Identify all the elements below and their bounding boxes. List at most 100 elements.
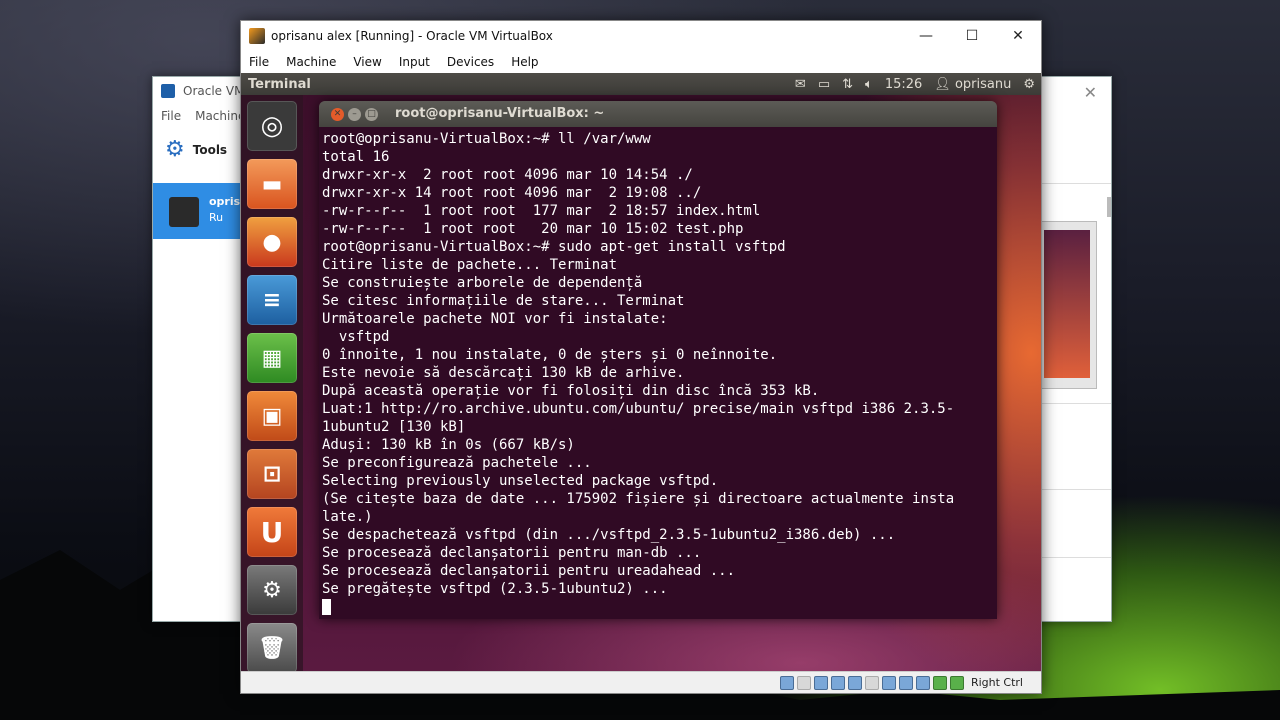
terminal-line: Se preconfigurează pachetele ... <box>322 455 592 471</box>
terminal-line: După această operație vor fi folosiți di… <box>322 383 820 399</box>
panel-user[interactable]: 👤︎ oprisanu <box>934 77 1011 92</box>
terminal-line: total 16 <box>322 149 390 165</box>
virtualization-icon[interactable] <box>915 675 930 690</box>
manager-close-icon[interactable]: ✕ <box>1084 83 1097 102</box>
terminal-line: 1ubuntu2 [130 kB] <box>322 419 466 435</box>
terminal-line: Se procesează declanșatorii pentru uread… <box>322 563 736 579</box>
guest-screen[interactable]: Terminal ✉ ▭ ⇅ 🔈︎ 15:26 👤︎ oprisanu ⚙ ◎ … <box>241 73 1041 671</box>
terminal-line: drwxr-xr-x 14 root root 4096 mar 2 19:08… <box>322 185 702 201</box>
display-icon[interactable] <box>881 675 896 690</box>
manager-divider <box>1041 557 1111 558</box>
firefox-icon[interactable]: ● <box>247 217 297 267</box>
terminal-line: Se citesc informațiile de stare... Termi… <box>322 293 685 309</box>
libreoffice-impress-icon[interactable]: ▣ <box>247 391 297 441</box>
virtualbox-icon <box>249 28 265 44</box>
ubuntu-one-icon[interactable]: U <box>247 507 297 557</box>
panel-username: oprisanu <box>954 76 1012 92</box>
dash-home-icon[interactable]: ◎ <box>247 101 297 151</box>
terminal-window[interactable]: ✕ – □ root@oprisanu-VirtualBox: ~ root@o… <box>319 101 997 619</box>
terminal-line: Citire liste de pachete... Terminat <box>322 257 618 273</box>
terminal-line: root@oprisanu-VirtualBox:~# sudo apt-get… <box>322 239 786 255</box>
battery-icon[interactable]: ▭ <box>818 77 830 92</box>
manager-divider <box>1041 403 1111 404</box>
terminal-line: drwxr-xr-x 2 root root 4096 mar 10 14:54… <box>322 167 693 183</box>
usb-icon[interactable] <box>847 675 862 690</box>
terminal-output[interactable]: root@oprisanu-VirtualBox:~# ll /var/www t… <box>319 127 997 619</box>
terminal-line: Este nevoie să descărcați 130 kB de arhi… <box>322 365 685 381</box>
software-center-icon[interactable]: ⊡ <box>247 449 297 499</box>
terminal-line: Următoarele pachete NOI vor fi instalate… <box>322 311 668 327</box>
vm-list-state: Ru <box>209 211 224 224</box>
terminal-close-button[interactable]: ✕ <box>331 107 344 121</box>
optical-drive-icon[interactable] <box>796 675 811 690</box>
volume-icon[interactable]: 🔈︎ <box>865 77 873 92</box>
user-icon: 👤︎ <box>934 76 951 92</box>
terminal-line: -rw-r--r-- 1 root root 20 mar 10 15:02 t… <box>322 221 744 237</box>
menu-devices[interactable]: Devices <box>447 55 502 69</box>
manager-scrollbar[interactable] <box>1107 197 1111 217</box>
hard-disk-icon[interactable] <box>779 675 794 690</box>
terminal-line: Se procesează declanșatorii pentru man-d… <box>322 545 702 561</box>
menu-file[interactable]: File <box>249 55 277 69</box>
terminal-maximize-button[interactable]: □ <box>365 107 378 121</box>
terminal-line: root@oprisanu-VirtualBox:~# ll /var/www <box>322 131 651 147</box>
network-icon[interactable]: ⇅ <box>842 77 853 92</box>
host-key-label: Right Ctrl <box>970 676 1023 689</box>
terminal-titlebar: ✕ – □ root@oprisanu-VirtualBox: ~ <box>319 101 997 127</box>
system-settings-icon[interactable]: ⚙ <box>247 565 297 615</box>
manager-divider <box>1041 183 1111 184</box>
menu-machine[interactable]: Machine <box>286 55 344 69</box>
manager-divider <box>1041 489 1111 490</box>
network-adapter-icon[interactable] <box>830 675 845 690</box>
vm-window-title: oprisanu alex [Running] - Oracle VM Virt… <box>271 29 553 43</box>
shared-folders-icon[interactable] <box>864 675 879 690</box>
manager-title: Oracle VM <box>183 84 245 98</box>
terminal-title: root@oprisanu-VirtualBox: ~ <box>395 106 605 121</box>
terminal-line: Luat:1 http://ro.archive.ubuntu.com/ubun… <box>322 401 955 417</box>
terminal-line: Se construiește arborele de dependență <box>322 275 643 291</box>
tools-icon: ⚙ <box>165 137 185 162</box>
terminal-line: vsftpd <box>322 329 390 345</box>
tools-label: Tools <box>192 142 228 157</box>
ubuntu-top-panel: Terminal ✉ ▭ ⇅ 🔈︎ 15:26 👤︎ oprisanu ⚙ <box>241 73 1041 95</box>
virtualbox-logo-icon <box>161 84 175 98</box>
terminal-line: 0 înnoite, 1 nou instalate, 0 de șters ș… <box>322 347 778 363</box>
vm-statusbar: Right Ctrl <box>241 671 1041 693</box>
panel-clock[interactable]: 15:26 <box>885 77 922 92</box>
libreoffice-calc-icon[interactable]: ▦ <box>247 333 297 383</box>
host-key-icon[interactable] <box>949 675 964 690</box>
gear-icon[interactable]: ⚙ <box>1023 77 1035 92</box>
vm-list-item[interactable]: oprisa Ru <box>153 183 248 239</box>
terminal-line: Aduși: 130 kB în 0s (667 kB/s) <box>322 437 575 453</box>
manager-menu-machine[interactable]: Machine <box>195 109 245 123</box>
menu-help[interactable]: Help <box>511 55 546 69</box>
menu-input[interactable]: Input <box>399 55 438 69</box>
manager-menu-file[interactable]: File <box>161 109 181 123</box>
panel-app-title: Terminal <box>248 76 311 92</box>
close-button[interactable]: ✕ <box>995 21 1041 51</box>
libreoffice-writer-icon[interactable]: ≡ <box>247 275 297 325</box>
files-icon[interactable]: ▬ <box>247 159 297 209</box>
manager-tools-button[interactable]: ⚙ Tools <box>165 137 227 162</box>
minimize-button[interactable]: — <box>903 21 949 51</box>
video-capture-icon[interactable] <box>898 675 913 690</box>
terminal-line: Se despachetează vsftpd (din .../vsftpd_… <box>322 527 896 543</box>
terminal-line: (Se citește baza de date ... 175902 fiși… <box>322 491 955 507</box>
vm-titlebar: oprisanu alex [Running] - Oracle VM Virt… <box>241 21 1041 51</box>
terminal-line: late.) <box>322 509 373 525</box>
terminal-line: Se pregătește vsftpd (2.3.5-1ubuntu2) ..… <box>322 581 668 597</box>
vm-preview-thumbnail <box>1039 221 1097 389</box>
menu-view[interactable]: View <box>353 55 389 69</box>
audio-icon[interactable] <box>813 675 828 690</box>
terminal-cursor <box>322 599 331 615</box>
panel-tray: ✉ ▭ ⇅ 🔈︎ 15:26 👤︎ oprisanu ⚙ <box>795 73 1035 95</box>
terminal-line: Selecting previously unselected package … <box>322 473 719 489</box>
mouse-integration-icon[interactable] <box>932 675 947 690</box>
vm-os-icon <box>169 197 199 227</box>
virtualbox-vm-window: oprisanu alex [Running] - Oracle VM Virt… <box>240 20 1042 694</box>
trash-icon[interactable]: 🗑︎ <box>247 623 297 671</box>
maximize-button[interactable]: ☐ <box>949 21 995 51</box>
vm-menubar: File Machine View Input Devices Help <box>241 51 1041 73</box>
terminal-minimize-button[interactable]: – <box>348 107 361 121</box>
mail-icon[interactable]: ✉ <box>795 77 806 92</box>
